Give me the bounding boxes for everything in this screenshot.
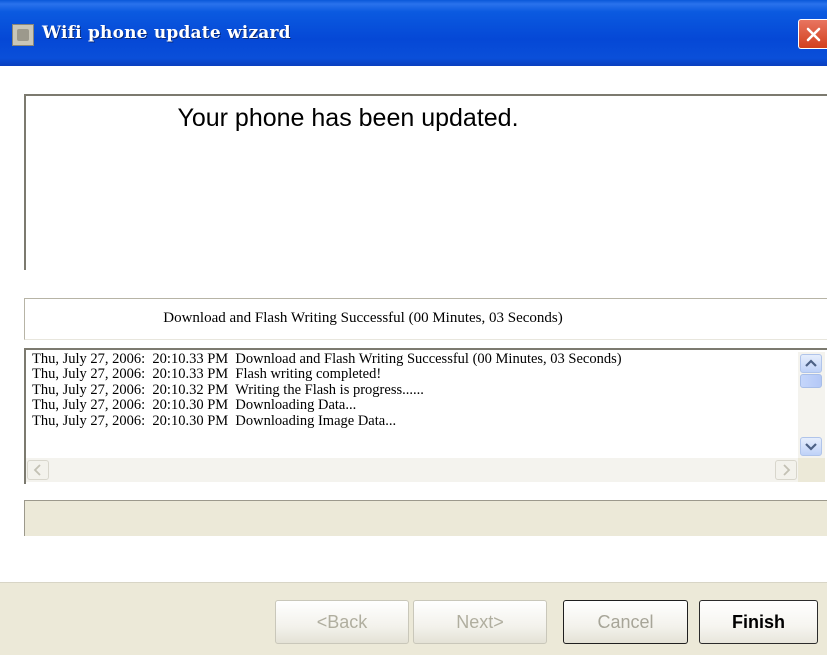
log-line: Thu, July 27, 2006: 20:10.30 PM Download… bbox=[32, 397, 357, 414]
close-button[interactable] bbox=[798, 19, 827, 49]
close-icon bbox=[806, 27, 821, 42]
chevron-left-icon bbox=[33, 464, 41, 476]
scrollbar-corner bbox=[798, 458, 825, 482]
log-line: Thu, July 27, 2006: 20:10.32 PM Writing … bbox=[32, 381, 424, 398]
status-text: Download and Flash Writing Successful (0… bbox=[163, 310, 563, 326]
vertical-scrollbar[interactable] bbox=[798, 352, 825, 458]
scroll-up-button[interactable] bbox=[800, 354, 822, 373]
chevron-right-icon bbox=[783, 464, 791, 476]
window-title: Wifi phone update wizard bbox=[42, 23, 291, 43]
log-line: Thu, July 27, 2006: 20:10.30 PM Download… bbox=[32, 412, 397, 429]
message-panel: Your phone has been updated. bbox=[24, 94, 827, 270]
title-bar[interactable]: Wifi phone update wizard bbox=[0, 0, 827, 66]
log-lines: Thu, July 27, 2006: 20:10.33 PM Download… bbox=[32, 351, 622, 429]
scroll-thumb[interactable] bbox=[800, 374, 822, 388]
log-list[interactable]: Thu, July 27, 2006: 20:10.33 PM Download… bbox=[24, 348, 827, 484]
scroll-left-button[interactable] bbox=[27, 460, 49, 480]
log-line: Thu, July 27, 2006: 20:10.33 PM Download… bbox=[32, 351, 622, 367]
chevron-down-icon bbox=[805, 443, 817, 451]
finish-button[interactable]: Finish bbox=[699, 600, 818, 644]
wizard-window: Wifi phone update wizard Your phone has … bbox=[0, 0, 827, 655]
log-line: Thu, July 27, 2006: 20:10.33 PM Flash wr… bbox=[32, 366, 382, 383]
progress-bar bbox=[24, 500, 827, 536]
chevron-up-icon bbox=[805, 359, 817, 367]
scroll-down-button[interactable] bbox=[800, 437, 822, 456]
update-message: Your phone has been updated. bbox=[177, 104, 519, 132]
button-bar: <Back Next> Cancel Finish bbox=[0, 582, 827, 655]
status-line: Download and Flash Writing Successful (0… bbox=[24, 298, 827, 340]
scroll-right-button[interactable] bbox=[775, 460, 797, 480]
cancel-button[interactable]: Cancel bbox=[563, 600, 688, 644]
app-icon bbox=[12, 24, 34, 46]
next-button[interactable]: Next> bbox=[413, 600, 547, 644]
horizontal-scrollbar[interactable] bbox=[26, 458, 798, 482]
back-button[interactable]: <Back bbox=[275, 600, 409, 644]
